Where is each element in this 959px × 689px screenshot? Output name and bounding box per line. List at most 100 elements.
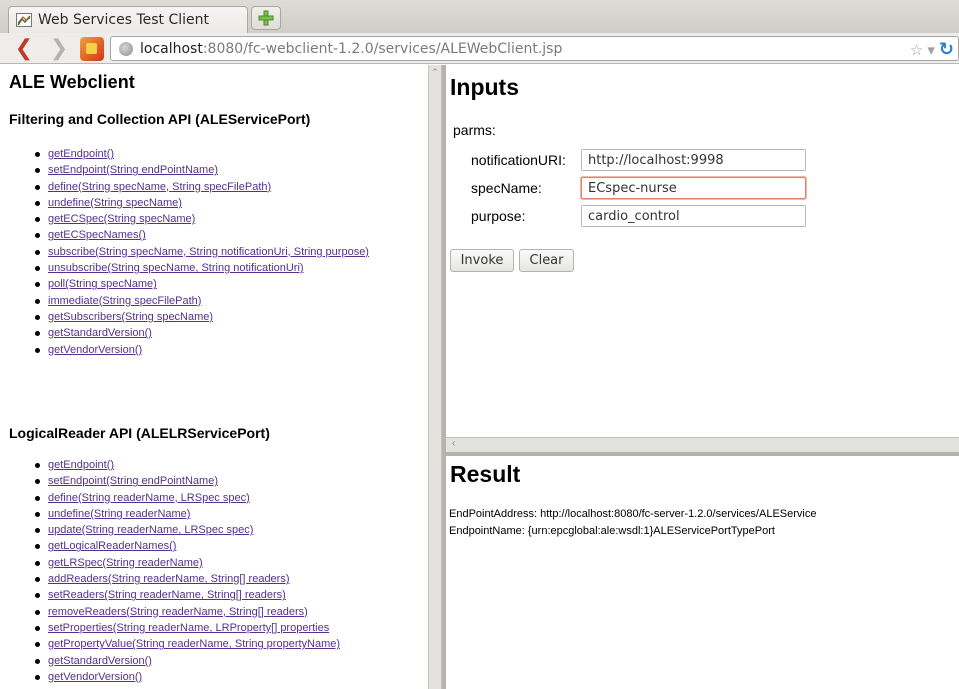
api-method-link[interactable]: undefine(String readerName): [48, 508, 190, 520]
api-method-link[interactable]: getPropertyValue(String readerName, Stri…: [48, 638, 340, 650]
list-item: getStandardVersion(): [0, 653, 340, 669]
address-bar[interactable]: localhost:8080/fc-webclient-1.2.0/servic…: [110, 36, 959, 61]
api-method-link[interactable]: getECSpec(String specName): [48, 213, 195, 225]
section-title-logical-reader: LogicalReader API (ALELRServicePort): [9, 425, 270, 441]
forward-button[interactable]: ❯: [48, 37, 70, 59]
reload-icon[interactable]: ↻: [939, 39, 954, 60]
section-title-filtering: Filtering and Collection API (ALEService…: [9, 111, 311, 127]
inputs-frame-scrollbar[interactable]: ‹: [446, 437, 959, 452]
api-method-link[interactable]: getLogicalReaderNames(): [48, 540, 176, 552]
result-endpoint-address: EndPointAddress: http://localhost:8080/f…: [449, 508, 817, 520]
api-method-link[interactable]: setProperties(String readerName, LRPrope…: [48, 622, 329, 634]
api-method-link[interactable]: getVendorVersion(): [48, 671, 142, 683]
list-item: getPropertyValue(String readerName, Stri…: [0, 636, 340, 652]
page-favicon-icon: [16, 13, 32, 27]
list-item: getEndpoint(): [0, 146, 369, 162]
api-method-link[interactable]: getSubscribers(String specName): [48, 311, 213, 323]
new-tab-button[interactable]: [251, 6, 281, 30]
clear-button[interactable]: Clear: [519, 249, 574, 272]
forward-arrow-icon: ❯: [49, 35, 69, 60]
list-item: define(String readerName, LRSpec spec): [0, 490, 340, 506]
tab-bar: Web Services Test Client: [0, 0, 959, 33]
tab-title: Web Services Test Client: [38, 12, 210, 28]
result-title: Result: [450, 461, 521, 487]
field-row-notification-uri: notificationURI: http://localhost:9998: [471, 149, 806, 171]
list-item: removeReaders(String readerName, String[…: [0, 604, 340, 620]
purpose-input[interactable]: cardio_control: [581, 205, 806, 227]
api-method-link[interactable]: getEndpoint(): [48, 148, 114, 160]
api-method-link[interactable]: getStandardVersion(): [48, 655, 152, 667]
browser-tab[interactable]: Web Services Test Client: [8, 6, 248, 33]
list-item: setEndpoint(String endPointName): [0, 473, 340, 489]
scroll-left-icon[interactable]: ‹: [452, 438, 455, 449]
list-item: undefine(String specName): [0, 195, 369, 211]
list-item: subscribe(String specName, String notifi…: [0, 244, 369, 260]
api-method-link[interactable]: setReaders(String readerName, String[] r…: [48, 589, 286, 601]
api-method-link[interactable]: setEndpoint(String endPointName): [48, 475, 218, 487]
list-item: unsubscribe(String specName, String noti…: [0, 260, 369, 276]
invoke-button[interactable]: Invoke: [450, 249, 514, 272]
api-method-link[interactable]: getEndpoint(): [48, 459, 114, 471]
api-method-link[interactable]: immediate(String specFilePath): [48, 295, 201, 307]
scroll-up-icon[interactable]: ⌃: [430, 67, 440, 81]
navigation-bar: ❮ ❯ localhost:8080/fc-webclient-1.2.0/se…: [0, 33, 959, 64]
site-identity-icon[interactable]: [119, 41, 133, 56]
list-item: immediate(String specFilePath): [0, 293, 369, 309]
back-arrow-icon: ❮: [14, 35, 34, 60]
left-frame-scrollbar[interactable]: ⌃: [428, 65, 442, 689]
page-title: ALE Webclient: [9, 72, 135, 92]
api-method-link[interactable]: getStandardVersion(): [48, 327, 152, 339]
api-method-link[interactable]: subscribe(String specName, String notifi…: [48, 246, 369, 258]
api-method-link[interactable]: define(String specName, String specFileP…: [48, 181, 271, 193]
field-row-spec-name: specName: ECspec-nurse: [471, 177, 806, 199]
list-item: getEndpoint(): [0, 457, 340, 473]
inputs-frame: Inputs parms: notificationURI: http://lo…: [446, 65, 959, 437]
firefox-menu-icon[interactable]: [80, 37, 104, 61]
list-item: getLogicalReaderNames(): [0, 538, 340, 554]
list-item: getVendorVersion(): [0, 669, 340, 685]
list-item: getECSpecNames(): [0, 227, 369, 243]
field-row-purpose: purpose: cardio_control: [471, 205, 806, 227]
list-item: define(String specName, String specFileP…: [0, 179, 369, 195]
api-method-link[interactable]: setEndpoint(String endPointName): [48, 164, 218, 176]
spec-name-input[interactable]: ECspec-nurse: [581, 177, 806, 199]
purpose-label: purpose:: [471, 208, 526, 224]
spec-name-label: specName:: [471, 180, 542, 196]
star-icon[interactable]: ☆: [910, 41, 923, 59]
list-item: getVendorVersion(): [0, 342, 369, 358]
api-method-link[interactable]: unsubscribe(String specName, String noti…: [48, 262, 304, 274]
inputs-title: Inputs: [450, 74, 519, 100]
list-item: setProperties(String readerName, LRPrope…: [0, 620, 340, 636]
dropdown-arrow-icon[interactable]: ▾: [927, 41, 935, 59]
list-item: undefine(String readerName): [0, 506, 340, 522]
result-frame: Result EndPointAddress: http://localhost…: [446, 456, 959, 689]
logical-reader-api-list: getEndpoint() setEndpoint(String endPoint…: [0, 457, 340, 685]
api-method-link[interactable]: addReaders(String readerName, String[] r…: [48, 573, 290, 585]
api-method-link[interactable]: getECSpecNames(): [48, 229, 146, 241]
list-item: getSubscribers(String specName): [0, 309, 369, 325]
result-endpoint-name: EndpointName: {urn:epcglobal:ale:wsdl:1}…: [449, 525, 775, 537]
list-item: setEndpoint(String endPointName): [0, 162, 369, 178]
api-method-link[interactable]: define(String readerName, LRSpec spec): [48, 492, 250, 504]
api-list-frame: ALE Webclient Filtering and Collection A…: [0, 65, 428, 689]
list-item: poll(String specName): [0, 276, 369, 292]
list-item: getLRSpec(String readerName): [0, 555, 340, 571]
filtering-api-list: getEndpoint() setEndpoint(String endPoint…: [0, 146, 369, 358]
api-method-link[interactable]: poll(String specName): [48, 278, 157, 290]
api-method-link[interactable]: removeReaders(String readerName, String[…: [48, 606, 308, 618]
api-method-link[interactable]: update(String readerName, LRSpec spec): [48, 524, 253, 536]
notification-uri-input[interactable]: http://localhost:9998: [581, 149, 806, 171]
list-item: setReaders(String readerName, String[] r…: [0, 587, 340, 603]
notification-uri-label: notificationURI:: [471, 152, 566, 168]
list-item: addReaders(String readerName, String[] r…: [0, 571, 340, 587]
url-path: :8080/fc-webclient-1.2.0/services/ALEWeb…: [202, 40, 563, 57]
url-host: localhost: [140, 40, 203, 57]
plus-icon: [258, 10, 274, 26]
parms-label: parms:: [453, 122, 496, 138]
api-method-link[interactable]: getVendorVersion(): [48, 344, 142, 356]
list-item: getStandardVersion(): [0, 325, 369, 341]
api-method-link[interactable]: undefine(String specName): [48, 197, 182, 209]
api-method-link[interactable]: getLRSpec(String readerName): [48, 557, 203, 569]
back-button[interactable]: ❮: [13, 37, 35, 59]
list-item: update(String readerName, LRSpec spec): [0, 522, 340, 538]
